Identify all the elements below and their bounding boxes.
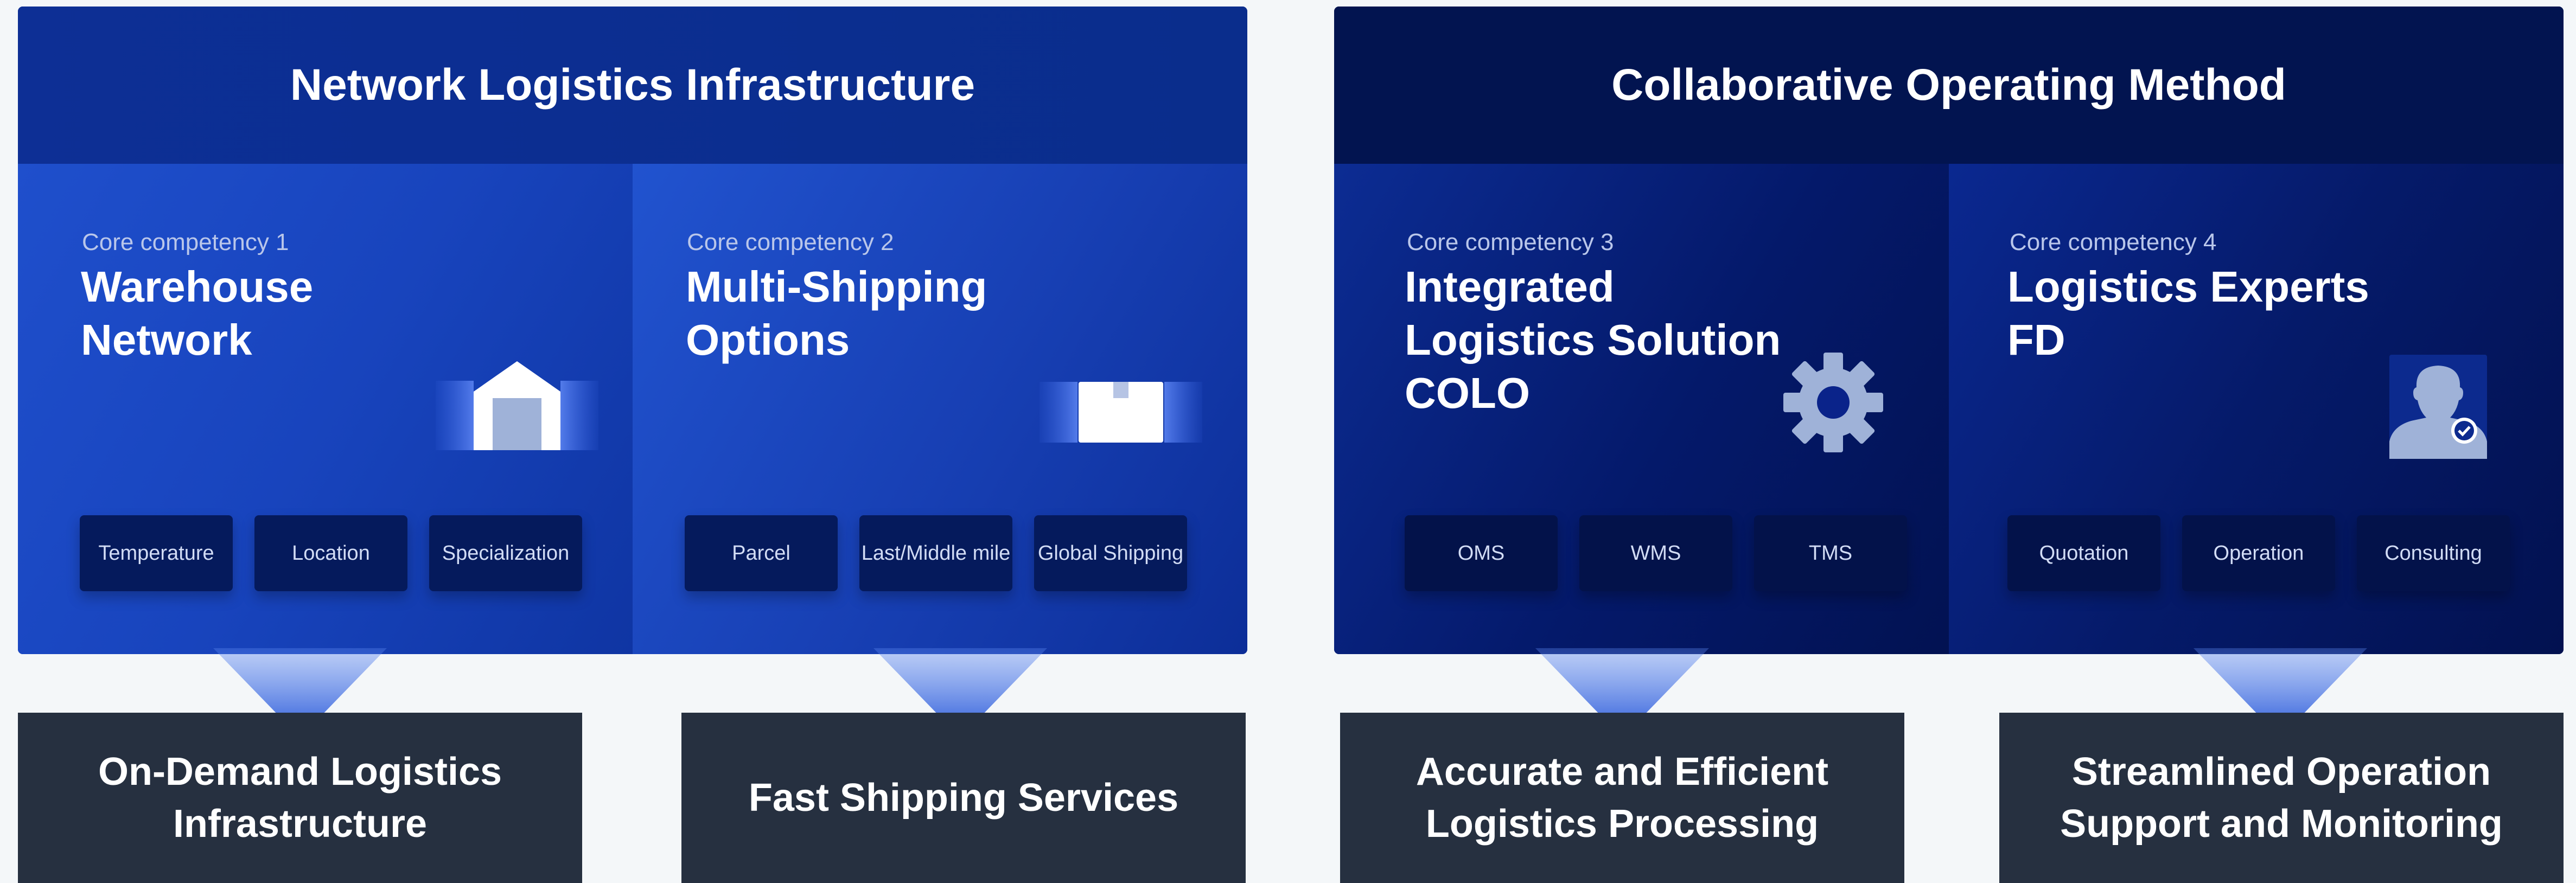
- expert-icon: [2389, 355, 2487, 462]
- result-accurate-processing: Accurate and Efficient Logistics Process…: [1340, 713, 1904, 883]
- chip-quotation: Quotation: [2007, 515, 2160, 591]
- panel-collaborative-operating: Collaborative Operating Method Core comp…: [1334, 7, 2564, 654]
- chip-row: Parcel Last/Middle mile Global Shipping: [685, 515, 1187, 591]
- warehouse-icon: [436, 359, 598, 454]
- card-subtitle: Core competency 4: [2010, 229, 2217, 255]
- result-on-demand-infrastructure: On-Demand Logistics Infrastructure: [18, 713, 582, 883]
- result-fast-shipping: Fast Shipping Services: [681, 713, 1246, 883]
- card-core-competency-4: Core competency 4 Logistics Experts FD Q…: [1949, 164, 2564, 654]
- chip-wms: WMS: [1579, 515, 1732, 591]
- card-core-competency-2: Core competency 2 Multi-Shipping Options…: [633, 164, 1247, 654]
- card-core-competency-1: Core competency 1 Warehouse Network Temp…: [18, 164, 633, 654]
- chip-global-shipping: Global Shipping: [1034, 515, 1187, 591]
- gear-icon: [1782, 351, 1885, 457]
- chip-operation: Operation: [2182, 515, 2335, 591]
- panel-network-logistics: Network Logistics Infrastructure Core co…: [18, 7, 1247, 654]
- result-label: Fast Shipping Services: [748, 776, 1179, 820]
- result-label: On-Demand Logistics Infrastructure: [98, 750, 502, 846]
- card-title: Warehouse Network: [81, 263, 314, 364]
- card-title: Logistics Experts FD: [2007, 263, 2369, 364]
- card-subtitle: Core competency 1: [82, 229, 289, 255]
- card-title: Integrated Logistics Solution COLO: [1405, 263, 1781, 417]
- chip-row: OMS WMS TMS: [1405, 515, 1907, 591]
- box-icon: [1040, 380, 1202, 447]
- panel-title: Collaborative Operating Method: [1334, 7, 2564, 164]
- chip-oms: OMS: [1405, 515, 1558, 591]
- card-title: Multi-Shipping Options: [686, 263, 987, 364]
- chip-tms: TMS: [1754, 515, 1907, 591]
- chip-last-middle-mile: Last/Middle mile: [859, 515, 1012, 591]
- result-label: Streamlined Operation Support and Monito…: [2060, 750, 2503, 846]
- chip-specialization: Specialization: [429, 515, 582, 591]
- result-label: Accurate and Efficient Logistics Process…: [1415, 750, 1829, 846]
- chip-temperature: Temperature: [80, 515, 233, 591]
- chip-consulting: Consulting: [2357, 515, 2510, 591]
- chip-row: Temperature Location Specialization: [80, 515, 582, 591]
- result-streamlined-support: Streamlined Operation Support and Monito…: [1999, 713, 2564, 883]
- chip-location: Location: [254, 515, 407, 591]
- card-subtitle: Core competency 2: [687, 229, 894, 255]
- card-subtitle: Core competency 3: [1407, 229, 1614, 255]
- card-core-competency-3: Core competency 3 Integrated Logistics S…: [1334, 164, 1949, 654]
- panel-title: Network Logistics Infrastructure: [18, 7, 1247, 164]
- chip-row: Quotation Operation Consulting: [2007, 515, 2510, 591]
- chip-parcel: Parcel: [685, 515, 838, 591]
